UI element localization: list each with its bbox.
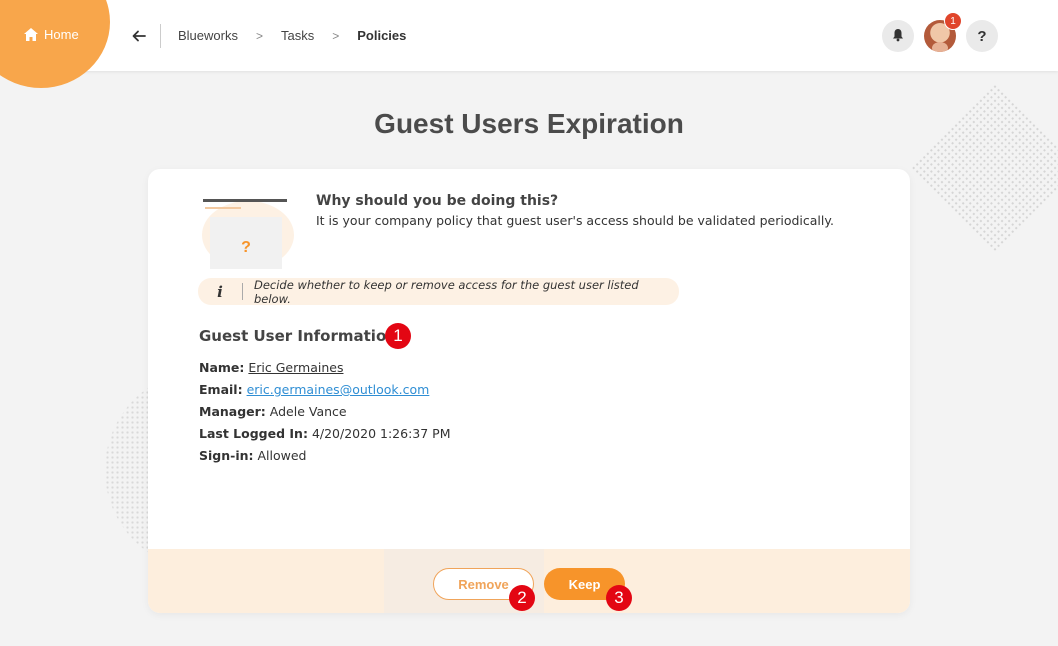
manager-value: Adele Vance xyxy=(269,404,347,419)
name-label: Name: xyxy=(199,360,245,375)
manager-label: Manager: xyxy=(199,404,266,419)
chevron-right-icon: > xyxy=(332,28,340,43)
back-arrow-icon[interactable] xyxy=(130,27,148,45)
info-icon: i xyxy=(217,282,223,301)
why-title: Why should you be doing this? xyxy=(316,193,559,209)
email-row: Email: eric.germaines@outlook.com xyxy=(199,379,451,401)
page-title: Guest Users Expiration xyxy=(374,108,684,139)
info-divider xyxy=(241,283,243,300)
manager-row: Manager: Adele Vance xyxy=(199,401,451,423)
task-illustration: ? xyxy=(200,191,296,275)
last-logged-label: Last Logged In: xyxy=(199,426,308,441)
signin-value: Allowed xyxy=(257,448,307,463)
notification-badge: 1 xyxy=(944,12,962,30)
last-logged-row: Last Logged In: 4/20/2020 1:26:37 PM xyxy=(199,423,451,445)
signin-row: Sign-in: Allowed xyxy=(199,445,451,467)
policy-card: ? Why should you be doing this? It is yo… xyxy=(148,169,910,613)
info-text: Decide whether to keep or remove access … xyxy=(253,277,639,306)
signin-label: Sign-in: xyxy=(199,448,254,463)
notifications-button[interactable] xyxy=(882,20,914,52)
name-link[interactable]: Eric Germaines xyxy=(248,360,343,375)
why-description: It is your company policy that guest use… xyxy=(316,213,834,228)
info-banner: i Decide whether to keep or remove acces… xyxy=(198,277,679,306)
email-link[interactable]: eric.germaines@outlook.com xyxy=(247,382,430,397)
callout-badge-3: 3 xyxy=(606,585,632,611)
home-label: Home xyxy=(44,27,79,42)
callout-badge-1: 1 xyxy=(385,323,411,349)
home-circle-background xyxy=(0,0,110,88)
name-row: Name: Eric Germaines xyxy=(199,357,451,379)
breadcrumb: Blueworks > Tasks > Policies xyxy=(178,28,406,43)
bell-icon xyxy=(891,27,905,46)
svg-text:?: ? xyxy=(241,239,251,256)
email-label: Email: xyxy=(199,382,243,397)
question-icon: ? xyxy=(977,27,987,45)
chevron-right-icon: > xyxy=(255,28,263,43)
header-divider xyxy=(160,24,161,48)
callout-badge-2: 2 xyxy=(509,585,535,611)
guest-user-details: Name: Eric Germaines Email: eric.germain… xyxy=(199,357,451,467)
last-logged-value: 4/20/2020 1:26:37 PM xyxy=(311,426,451,441)
home-button[interactable]: Home xyxy=(24,27,79,42)
breadcrumb-policies: Policies xyxy=(357,28,407,43)
breadcrumb-tasks[interactable]: Tasks xyxy=(281,28,314,43)
breadcrumb-blueworks[interactable]: Blueworks xyxy=(178,28,238,43)
section-title: Guest User Information xyxy=(199,327,397,345)
help-button[interactable]: ? xyxy=(966,20,998,52)
home-icon xyxy=(24,28,38,41)
